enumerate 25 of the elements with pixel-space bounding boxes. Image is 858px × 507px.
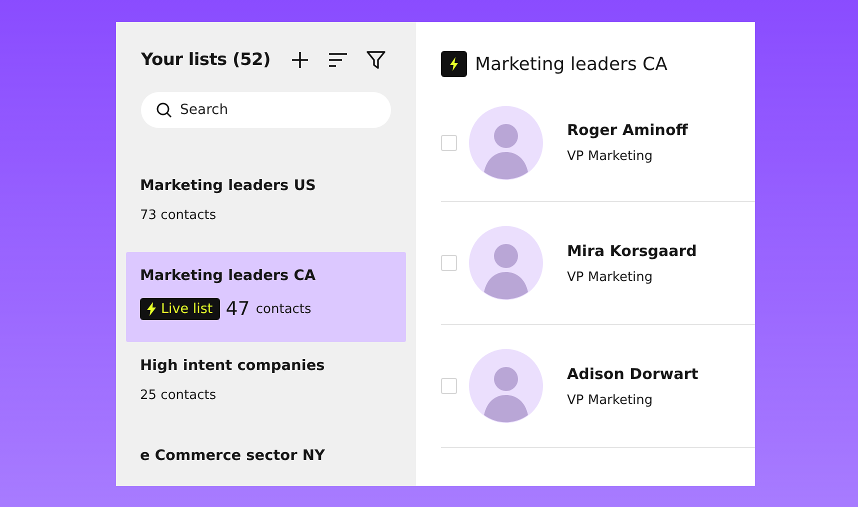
list-item[interactable]: Marketing leaders US 73 contacts (126, 162, 406, 252)
contact-count: 25 contacts (140, 388, 218, 403)
list-title: Marketing leaders CA (475, 54, 668, 74)
contact-name: Mira Korsgaard (567, 242, 697, 260)
search-field[interactable]: Search (141, 92, 391, 128)
add-icon[interactable] (290, 50, 310, 70)
checkbox[interactable] (441, 378, 457, 394)
lightning-icon (441, 51, 467, 77)
list-item[interactable]: Marketing leaders CA Live list 47 contacts (126, 252, 406, 342)
contact-name: Roger Aminoff (567, 121, 688, 139)
contact-count: 73 contacts (140, 208, 218, 223)
contact-role: VP Marketing (567, 392, 654, 408)
contact-role: VP Marketing (567, 270, 654, 284)
sort-icon[interactable] (328, 52, 348, 68)
list-item[interactable]: e Commerce sector NY (126, 432, 406, 486)
list-item[interactable]: High intent companies 25 contacts (126, 342, 406, 432)
contact-role: VP Marketing (567, 149, 654, 164)
lists-title: Your lists (52) (141, 50, 270, 70)
count-label: contacts (256, 302, 312, 316)
filter-icon[interactable] (366, 50, 386, 70)
contact-count: 47 (226, 298, 250, 320)
live-list-badge: Live list (140, 298, 220, 320)
contact-name: Adison Dorwart (567, 364, 698, 382)
checkbox[interactable] (441, 255, 457, 271)
checkbox[interactable] (441, 134, 457, 150)
